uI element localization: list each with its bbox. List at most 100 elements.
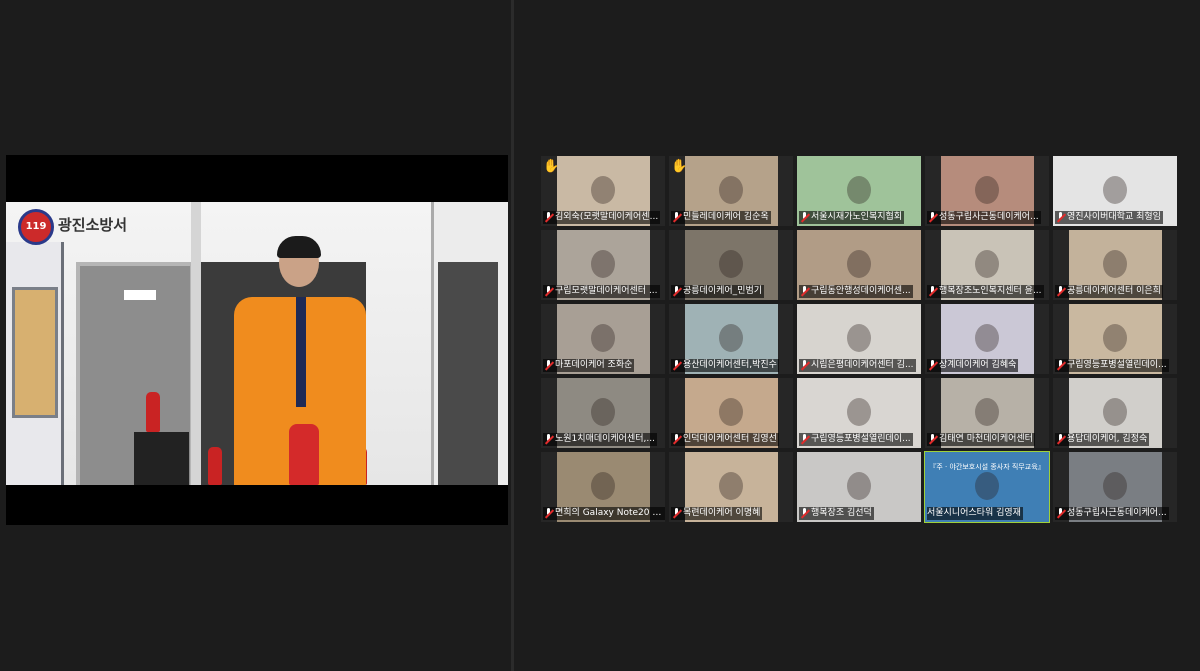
muted-mic-icon (800, 212, 809, 223)
participant-face (719, 176, 743, 204)
participant-face (719, 250, 743, 278)
participant-tile[interactable]: 인덕데이케어센터 김영선 (669, 378, 793, 448)
muted-mic-icon (800, 508, 809, 519)
participant-face (591, 398, 615, 426)
muted-mic-icon (1056, 434, 1065, 445)
fire-extinguisher-icon (289, 424, 319, 485)
participant-face (1103, 472, 1127, 500)
participant-face (1103, 324, 1127, 352)
participant-face (847, 398, 871, 426)
participant-name: 구립영등포병설열린데이... (1067, 360, 1167, 370)
participant-name-tag: 마포데이케어 조화순 (543, 359, 635, 372)
participant-name: 구립모랫말데이케어센터 ... (555, 286, 658, 296)
participant-face (975, 398, 999, 426)
participant-tile[interactable]: 김태연 마천데이케어센터 (925, 378, 1049, 448)
participant-face (975, 472, 999, 500)
participant-name: 노원1치매데이케어센터,... (555, 434, 655, 444)
participant-face (591, 324, 615, 352)
participant-tile[interactable]: 구립영등포병설열린데이... (797, 378, 921, 448)
participant-tile[interactable]: 공릉데이케어_민범기 (669, 230, 793, 300)
participant-name-tag: 공릉데이케어센터 이은희 (1055, 285, 1163, 298)
muted-mic-icon (544, 360, 553, 371)
participant-tile[interactable]: 성동구립사근동데이케어... (1053, 452, 1177, 522)
participant-name: 성동구립사근동데이케어... (939, 212, 1039, 222)
participant-tile[interactable]: ✋ 민들레데이케어 김순옥 (669, 156, 793, 226)
participant-name-tag: 용답데이케어, 김정숙 (1055, 433, 1150, 446)
muted-mic-icon (672, 286, 681, 297)
participant-name-tag: 김외숙(모랫말데이케어센... (543, 211, 661, 224)
participant-face (975, 250, 999, 278)
door-sign (124, 290, 156, 300)
muted-mic-icon (1056, 360, 1065, 371)
participant-tile[interactable]: 용답데이케어, 김정숙 (1053, 378, 1177, 448)
muted-mic-icon (672, 360, 681, 371)
participant-name-tag: 공릉데이케어_민범기 (671, 285, 765, 298)
participant-name: 서울시니어스타워 김영재 (927, 508, 1021, 518)
participant-name: 마포데이케어 조화순 (555, 360, 633, 370)
muted-mic-icon (928, 434, 937, 445)
shared-screen: 119 광진소방서 (6, 155, 508, 525)
participant-tile[interactable]: 노원1치매데이케어센터,... (541, 378, 665, 448)
participant-face (847, 250, 871, 278)
muted-mic-icon (672, 434, 681, 445)
participant-name-tag: 행복장조 김선덕 (799, 507, 874, 520)
participant-name: 김태연 마천데이케어센터 (939, 434, 1033, 444)
participant-name-tag: 면희의 Galaxy Note20 5G (543, 507, 665, 520)
participant-name-tag: 상계데이케어 김혜숙 (927, 359, 1019, 372)
participant-name-tag: 구립동안행성데이케어센... (799, 285, 913, 298)
slide-banner: 『주 · 야간보호시설 종사자 직무교육』 (929, 463, 1045, 471)
participant-name: 목련데이케어 이명혜 (683, 508, 761, 518)
muted-mic-icon (800, 286, 809, 297)
participant-face (847, 472, 871, 500)
participant-name-tag: 구립모랫말데이케어센터 ... (543, 285, 660, 298)
participant-name: 성동구립사근동데이케어... (1067, 508, 1167, 518)
participant-tile[interactable]: 면희의 Galaxy Note20 5G (541, 452, 665, 522)
muted-mic-icon (928, 360, 937, 371)
raised-hand-icon: ✋ (543, 159, 560, 174)
participant-name: 구립동안행성데이케어센... (811, 286, 911, 296)
participant-name-tag: 서울시니어스타워 김영재 (927, 507, 1023, 520)
wall-frame (191, 202, 201, 485)
participant-name: 서울시재가노인복지협회 (811, 212, 903, 222)
participant-face (719, 398, 743, 426)
shared-video-frame: 119 광진소방서 (6, 202, 508, 485)
participant-tile[interactable]: 마포데이케어 조화순 (541, 304, 665, 374)
participant-name: 시립은평데이케어센터 김... (811, 360, 914, 370)
participant-name-tag: 성동구립사근동데이케어... (927, 211, 1041, 224)
fire-extinguisher-icon (146, 392, 160, 432)
participant-tile[interactable]: 시립은평데이케어센터 김... (797, 304, 921, 374)
participant-tile[interactable]: 공릉데이케어센터 이은희 (1053, 230, 1177, 300)
participant-name: 행복장조노인복지센터 윤... (939, 286, 1042, 296)
participant-name: 김외숙(모랫말데이케어센... (555, 212, 659, 222)
participant-tile[interactable]: 『주 · 야간보호시설 종사자 직무교육』 서울시니어스타워 김영재 (924, 451, 1050, 523)
presenter-uniform-stripe (296, 297, 306, 407)
participant-tile[interactable]: 행복장조 김선덕 (797, 452, 921, 522)
participant-name-tag: 목련데이케어 이명혜 (671, 507, 763, 520)
participant-face (591, 176, 615, 204)
panel-divider[interactable] (511, 0, 514, 671)
participant-tile[interactable]: 용산데이케어센터,박진수 (669, 304, 793, 374)
participant-face (975, 176, 999, 204)
participant-tile[interactable]: 목련데이케어 이명혜 (669, 452, 793, 522)
participant-tile[interactable]: 구립동안행성데이케어센... (797, 230, 921, 300)
participant-tile[interactable]: ✋ 김외숙(모랫말데이케어센... (541, 156, 665, 226)
participant-name: 용답데이케어, 김정숙 (1067, 434, 1148, 444)
muted-mic-icon (544, 508, 553, 519)
muted-mic-icon (800, 434, 809, 445)
participant-tile[interactable]: 영진사이버대학교 최형임 (1053, 156, 1177, 226)
participant-tile[interactable]: 구립영등포병설열린데이... (1053, 304, 1177, 374)
participant-tile[interactable]: 성동구립사근동데이케어... (925, 156, 1049, 226)
participant-face (1103, 398, 1127, 426)
muted-mic-icon (672, 508, 681, 519)
participant-name: 영진사이버대학교 최형임 (1067, 212, 1161, 222)
participant-face (591, 472, 615, 500)
participant-tile[interactable]: 서울시재가노인복지협회 (797, 156, 921, 226)
muted-mic-icon (1056, 212, 1065, 223)
participant-face (591, 250, 615, 278)
cabinet-window (438, 262, 498, 485)
participant-tile[interactable]: 행복장조노인복지센터 윤... (925, 230, 1049, 300)
participant-tile[interactable]: 상계데이케어 김혜숙 (925, 304, 1049, 374)
muted-mic-icon (544, 434, 553, 445)
shelf (134, 432, 189, 485)
participant-tile[interactable]: 구립모랫말데이케어센터 ... (541, 230, 665, 300)
